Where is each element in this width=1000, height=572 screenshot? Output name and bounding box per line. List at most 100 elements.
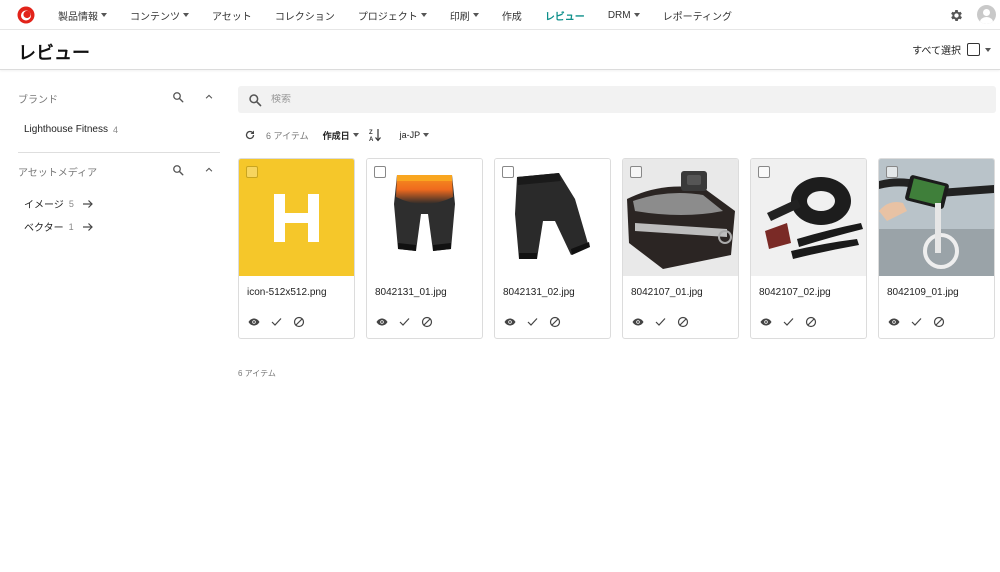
user-icon (980, 9, 993, 24)
search-input[interactable] (271, 94, 871, 105)
asset-select-checkbox[interactable] (886, 166, 898, 178)
locale-label: ja-JP (399, 130, 421, 140)
nav-item-product-info[interactable]: 製品情報 (58, 8, 107, 23)
asset-card[interactable]: 8042107_02.jpg (750, 158, 867, 339)
approve-check-icon[interactable] (783, 317, 794, 327)
sidebar-divider (18, 152, 220, 153)
arrow-right-icon[interactable] (82, 222, 94, 232)
chevron-down-icon (101, 13, 107, 17)
search-icon[interactable] (172, 164, 184, 176)
asset-select-checkbox[interactable] (758, 166, 770, 178)
page-title: レビュー (18, 43, 90, 63)
asset-card[interactable]: icon-512x512.png (238, 158, 355, 339)
select-all-control[interactable]: すべて選択 (912, 42, 991, 57)
approve-check-icon[interactable] (911, 317, 922, 327)
eye-icon[interactable] (376, 317, 388, 327)
eye-icon[interactable] (504, 317, 516, 327)
asset-filename: 8042107_02.jpg (759, 287, 831, 298)
eye-icon[interactable] (888, 317, 900, 327)
asset-select-checkbox[interactable] (374, 166, 386, 178)
chevron-down-icon (423, 133, 430, 137)
chevron-down-icon (183, 13, 189, 17)
reject-block-icon[interactable] (293, 316, 305, 328)
refresh-icon[interactable] (244, 129, 256, 141)
user-avatar[interactable] (977, 5, 996, 24)
facet-media-image[interactable]: イメージ 5 (24, 196, 94, 211)
facet-item-label: イメージ (24, 200, 64, 211)
asset-filename: 8042131_01.jpg (375, 287, 447, 298)
facet-media-header: アセットメディア (18, 161, 218, 181)
sort-direction-icon[interactable]: Z A (369, 128, 381, 142)
reject-block-icon[interactable] (805, 316, 817, 328)
approve-check-icon[interactable] (527, 317, 538, 327)
arrow-right-icon[interactable] (82, 199, 94, 209)
facet-brand-lighthouse-fitness[interactable]: Lighthouse Fitness 4 (24, 124, 118, 135)
select-all-checkbox[interactable] (967, 43, 980, 56)
asset-select-checkbox[interactable] (246, 166, 258, 178)
page-header: レビュー すべて選択 (0, 30, 1000, 70)
asset-filename: icon-512x512.png (247, 287, 327, 298)
nav-item-assets[interactable]: アセット (212, 8, 252, 23)
chevron-down-icon (633, 13, 640, 17)
chevron-up-icon[interactable] (204, 92, 214, 102)
nav-item-print[interactable]: 印刷 (450, 8, 479, 23)
app-logo[interactable] (17, 6, 35, 24)
chevron-down-icon (420, 13, 427, 17)
footer-result-count: 6 アイテム (238, 369, 276, 378)
asset-filename: 8042109_01.jpg (887, 287, 959, 298)
asset-filename: 8042131_02.jpg (503, 287, 575, 298)
facet-media-vector[interactable]: ベクター 1 (24, 219, 94, 234)
locale-dropdown[interactable]: ja-JP (400, 130, 430, 140)
select-all-label: すべて選択 (912, 46, 961, 57)
svg-text:A: A (369, 137, 374, 142)
main-menu: 製品情報 コンテンツ アセット コレクション プロジェクト 印刷 作成 レビュー… (58, 0, 755, 30)
facet-item-count: 5 (68, 198, 74, 209)
reject-block-icon[interactable] (549, 316, 561, 328)
chevron-up-icon[interactable] (204, 165, 214, 175)
asset-card[interactable]: 8042109_01.jpg (878, 158, 995, 339)
asset-select-checkbox[interactable] (502, 166, 514, 178)
asset-card[interactable]: 8042131_01.jpg (366, 158, 483, 339)
sort-field-dropdown[interactable]: 作成日 (323, 129, 359, 142)
approve-check-icon[interactable] (271, 317, 282, 327)
asset-card[interactable]: 8042107_01.jpg (622, 158, 739, 339)
nav-item-review[interactable]: レビュー (545, 8, 585, 23)
facet-item-count: 4 (112, 124, 118, 135)
chevron-down-icon (352, 133, 359, 137)
chevron-down-icon[interactable] (985, 47, 991, 52)
nav-item-drm[interactable]: DRM (608, 10, 640, 21)
eye-icon[interactable] (248, 317, 260, 327)
search-bar (238, 86, 996, 113)
gear-icon[interactable] (949, 8, 964, 23)
facet-item-label: Lighthouse Fitness (24, 124, 108, 135)
eye-icon[interactable] (632, 317, 644, 327)
nav-item-collections[interactable]: コレクション (275, 8, 335, 23)
sort-field-label: 作成日 (322, 130, 350, 141)
filter-sidebar: ブランド Lighthouse Fitness 4 アセットメディア イメージ … (0, 71, 230, 572)
nav-item-reporting[interactable]: レポーティング (663, 8, 732, 23)
results-toolbar: 6 アイテム 作成日 Z A ja-JP (244, 127, 430, 143)
asset-card[interactable]: 8042131_02.jpg (494, 158, 611, 339)
reject-block-icon[interactable] (677, 316, 689, 328)
facet-item-label: ベクター (24, 223, 64, 234)
search-icon (249, 93, 262, 106)
nav-item-projects[interactable]: プロジェクト (358, 8, 427, 23)
svg-text:Z: Z (369, 130, 373, 136)
chevron-down-icon (472, 13, 479, 17)
approve-check-icon[interactable] (655, 317, 666, 327)
facet-item-count: 1 (68, 221, 74, 232)
reject-block-icon[interactable] (933, 316, 945, 328)
asset-grid: icon-512x512.png 8042131_01.jpg 8042131_… (238, 158, 998, 340)
asset-select-checkbox[interactable] (630, 166, 642, 178)
facet-brand-title: ブランド (18, 94, 58, 106)
search-icon[interactable] (172, 91, 184, 103)
nav-item-create[interactable]: 作成 (502, 8, 522, 23)
nav-item-contents[interactable]: コンテンツ (130, 8, 189, 23)
facet-media-title: アセットメディア (18, 167, 98, 179)
asset-filename: 8042107_01.jpg (631, 287, 703, 298)
approve-check-icon[interactable] (399, 317, 410, 327)
facet-brand-header: ブランド (18, 88, 218, 108)
eye-icon[interactable] (760, 317, 772, 327)
top-nav: 製品情報 コンテンツ アセット コレクション プロジェクト 印刷 作成 レビュー… (0, 0, 1000, 30)
reject-block-icon[interactable] (421, 316, 433, 328)
